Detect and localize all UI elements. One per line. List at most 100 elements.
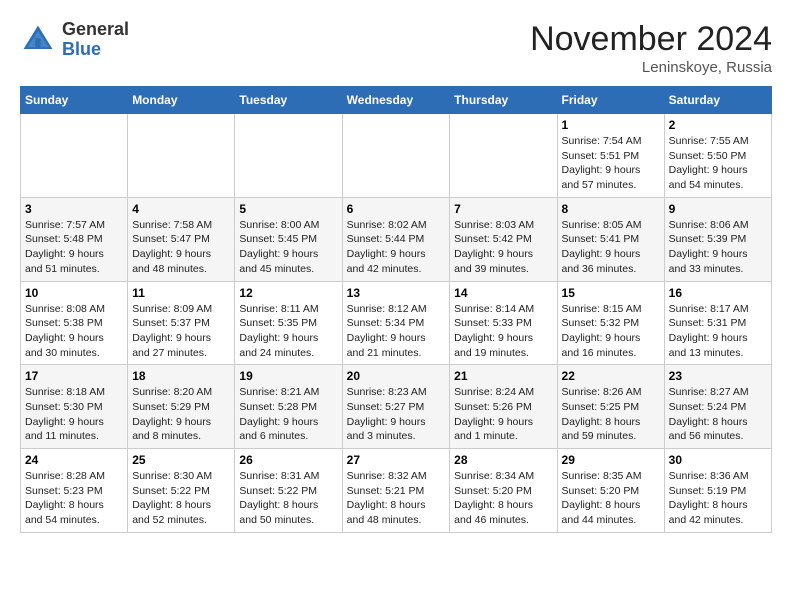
cell-w1-d1: 4 Sunrise: 7:58 AM Sunset: 5:47 PM Daylig… [128,197,235,281]
cell-w1-d5: 8 Sunrise: 8:05 AM Sunset: 5:41 PM Daylig… [557,197,664,281]
day-number: 13 [347,286,446,300]
day-info: Sunrise: 8:24 AM Sunset: 5:26 PM Dayligh… [454,385,552,444]
header-thursday: Thursday [450,87,557,114]
logo-icon [20,22,56,58]
day-info: Sunrise: 8:35 AM Sunset: 5:20 PM Dayligh… [562,469,660,528]
cell-w3-d2: 19Sunrise: 8:21 AM Sunset: 5:28 PM Dayli… [235,365,342,449]
cell-w3-d6: 23 Sunrise: 8:27 AM Sunset: 5:24 PM Dayli… [664,365,771,449]
week-row-0: 1 Sunrise: 7:54 AM Sunset: 5:51 PM Daylig… [21,114,772,198]
logo: General Blue [20,20,129,60]
day-number: 18 [132,369,230,383]
cell-w3-d0: 17 Sunrise: 8:18 AM Sunset: 5:30 PM Dayli… [21,365,128,449]
day-info: Sunrise: 8:17 AM Sunset: 5:31 PM Dayligh… [669,302,767,361]
cell-w4-d5: 29 Sunrise: 8:35 AM Sunset: 5:20 PM Dayli… [557,449,664,533]
day-info: Sunrise: 7:58 AM Sunset: 5:47 PM Dayligh… [132,218,230,277]
cell-w0-d6: 2 Sunrise: 7:55 AM Sunset: 5:50 PM Daylig… [664,114,771,198]
cell-w3-d5: 22Sunrise: 8:26 AM Sunset: 5:25 PM Dayli… [557,365,664,449]
cell-w1-d0: 3 Sunrise: 7:57 AM Sunset: 5:48 PM Daylig… [21,197,128,281]
day-info: Sunrise: 8:09 AM Sunset: 5:37 PM Dayligh… [132,302,230,361]
weekday-header-row: Sunday Monday Tuesday Wednesday Thursday… [21,87,772,114]
location: Leninskoye, Russia [530,59,772,76]
cell-w4-d3: 27 Sunrise: 8:32 AM Sunset: 5:21 PM Dayli… [342,449,450,533]
day-info: Sunrise: 8:30 AM Sunset: 5:22 PM Dayligh… [132,469,230,528]
day-number: 28 [454,453,552,467]
day-info: Sunrise: 8:05 AM Sunset: 5:41 PM Dayligh… [562,218,660,277]
logo-text: General Blue [62,20,129,60]
cell-w2-d4: 14 Sunrise: 8:14 AM Sunset: 5:33 PM Dayli… [450,281,557,365]
day-number: 6 [347,202,446,216]
day-number: 2 [669,118,767,132]
logo-general: General [62,19,129,39]
day-number: 29 [562,453,660,467]
page: General Blue November 2024 Leninskoye, R… [0,0,792,543]
cell-w2-d3: 13Sunrise: 8:12 AM Sunset: 5:34 PM Dayli… [342,281,450,365]
day-number: 30 [669,453,767,467]
day-number: 27 [347,453,446,467]
day-info: Sunrise: 8:06 AM Sunset: 5:39 PM Dayligh… [669,218,767,277]
header-wednesday: Wednesday [342,87,450,114]
week-row-1: 3 Sunrise: 7:57 AM Sunset: 5:48 PM Daylig… [21,197,772,281]
cell-w3-d3: 20 Sunrise: 8:23 AM Sunset: 5:27 PM Dayli… [342,365,450,449]
month-title: November 2024 [530,20,772,59]
day-info: Sunrise: 8:18 AM Sunset: 5:30 PM Dayligh… [25,385,123,444]
day-number: 24 [25,453,123,467]
header-sunday: Sunday [21,87,128,114]
cell-w4-d0: 24Sunrise: 8:28 AM Sunset: 5:23 PM Dayli… [21,449,128,533]
day-number: 14 [454,286,552,300]
header-friday: Friday [557,87,664,114]
day-number: 22 [562,369,660,383]
day-info: Sunrise: 8:03 AM Sunset: 5:42 PM Dayligh… [454,218,552,277]
day-info: Sunrise: 8:31 AM Sunset: 5:22 PM Dayligh… [239,469,337,528]
day-number: 1 [562,118,660,132]
day-number: 8 [562,202,660,216]
calendar-table: Sunday Monday Tuesday Wednesday Thursday… [20,86,772,533]
cell-w2-d1: 11 Sunrise: 8:09 AM Sunset: 5:37 PM Dayli… [128,281,235,365]
day-info: Sunrise: 7:55 AM Sunset: 5:50 PM Dayligh… [669,134,767,193]
day-info: Sunrise: 8:34 AM Sunset: 5:20 PM Dayligh… [454,469,552,528]
day-info: Sunrise: 8:08 AM Sunset: 5:38 PM Dayligh… [25,302,123,361]
cell-w4-d2: 26 Sunrise: 8:31 AM Sunset: 5:22 PM Dayli… [235,449,342,533]
cell-w0-d2 [235,114,342,198]
cell-w0-d0 [21,114,128,198]
day-info: Sunrise: 7:54 AM Sunset: 5:51 PM Dayligh… [562,134,660,193]
cell-w4-d1: 25 Sunrise: 8:30 AM Sunset: 5:22 PM Dayli… [128,449,235,533]
day-info: Sunrise: 8:32 AM Sunset: 5:21 PM Dayligh… [347,469,446,528]
day-number: 20 [347,369,446,383]
day-info: Sunrise: 8:11 AM Sunset: 5:35 PM Dayligh… [239,302,337,361]
day-info: Sunrise: 8:23 AM Sunset: 5:27 PM Dayligh… [347,385,446,444]
cell-w0-d5: 1 Sunrise: 7:54 AM Sunset: 5:51 PM Daylig… [557,114,664,198]
day-number: 4 [132,202,230,216]
day-number: 5 [239,202,337,216]
header-saturday: Saturday [664,87,771,114]
week-row-4: 24Sunrise: 8:28 AM Sunset: 5:23 PM Dayli… [21,449,772,533]
day-info: Sunrise: 8:02 AM Sunset: 5:44 PM Dayligh… [347,218,446,277]
cell-w4-d6: 30 Sunrise: 8:36 AM Sunset: 5:19 PM Dayli… [664,449,771,533]
day-number: 11 [132,286,230,300]
day-info: Sunrise: 7:57 AM Sunset: 5:48 PM Dayligh… [25,218,123,277]
cell-w4-d4: 28 Sunrise: 8:34 AM Sunset: 5:20 PM Dayli… [450,449,557,533]
cell-w0-d1 [128,114,235,198]
cell-w2-d2: 12Sunrise: 8:11 AM Sunset: 5:35 PM Dayli… [235,281,342,365]
day-info: Sunrise: 8:36 AM Sunset: 5:19 PM Dayligh… [669,469,767,528]
day-info: Sunrise: 8:21 AM Sunset: 5:28 PM Dayligh… [239,385,337,444]
day-number: 17 [25,369,123,383]
cell-w1-d2: 5Sunrise: 8:00 AM Sunset: 5:45 PM Daylig… [235,197,342,281]
header-tuesday: Tuesday [235,87,342,114]
day-number: 7 [454,202,552,216]
day-number: 3 [25,202,123,216]
day-info: Sunrise: 8:27 AM Sunset: 5:24 PM Dayligh… [669,385,767,444]
day-number: 26 [239,453,337,467]
cell-w3-d4: 21 Sunrise: 8:24 AM Sunset: 5:26 PM Dayli… [450,365,557,449]
day-number: 16 [669,286,767,300]
day-number: 15 [562,286,660,300]
day-info: Sunrise: 8:15 AM Sunset: 5:32 PM Dayligh… [562,302,660,361]
cell-w2-d6: 16 Sunrise: 8:17 AM Sunset: 5:31 PM Dayli… [664,281,771,365]
day-number: 25 [132,453,230,467]
title-block: November 2024 Leninskoye, Russia [530,20,772,76]
week-row-2: 10Sunrise: 8:08 AM Sunset: 5:38 PM Dayli… [21,281,772,365]
cell-w3-d1: 18Sunrise: 8:20 AM Sunset: 5:29 PM Dayli… [128,365,235,449]
cell-w2-d0: 10Sunrise: 8:08 AM Sunset: 5:38 PM Dayli… [21,281,128,365]
day-info: Sunrise: 8:14 AM Sunset: 5:33 PM Dayligh… [454,302,552,361]
day-number: 23 [669,369,767,383]
day-number: 21 [454,369,552,383]
